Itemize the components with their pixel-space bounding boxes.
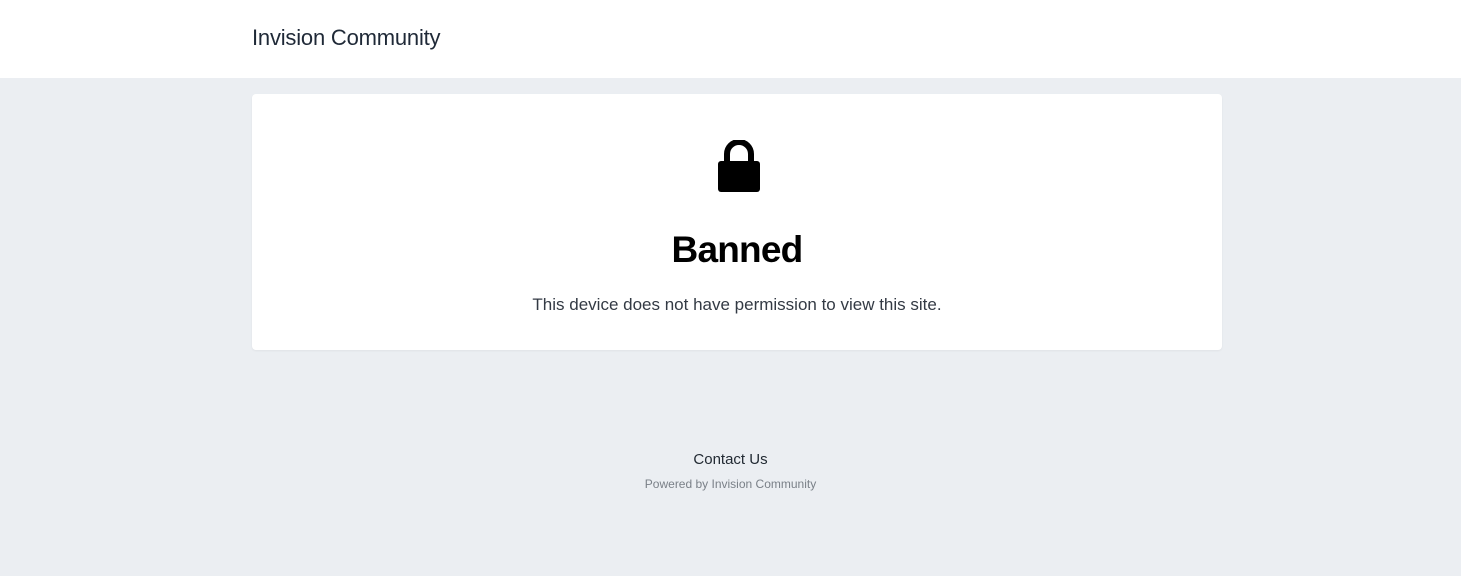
lock-icon (718, 140, 760, 192)
footer-contact: Contact Us (0, 451, 1461, 469)
error-message: This device does not have permission to … (532, 295, 942, 314)
powered-by-text: Powered by Invision Community (644, 477, 817, 491)
error-title: Banned (671, 229, 804, 270)
site-header: Invision Community (0, 0, 1461, 78)
contact-us-link[interactable]: Contact Us (693, 451, 767, 468)
error-card: Banned This device does not have permiss… (252, 94, 1222, 350)
site-title-link[interactable]: Invision Community (252, 24, 441, 52)
